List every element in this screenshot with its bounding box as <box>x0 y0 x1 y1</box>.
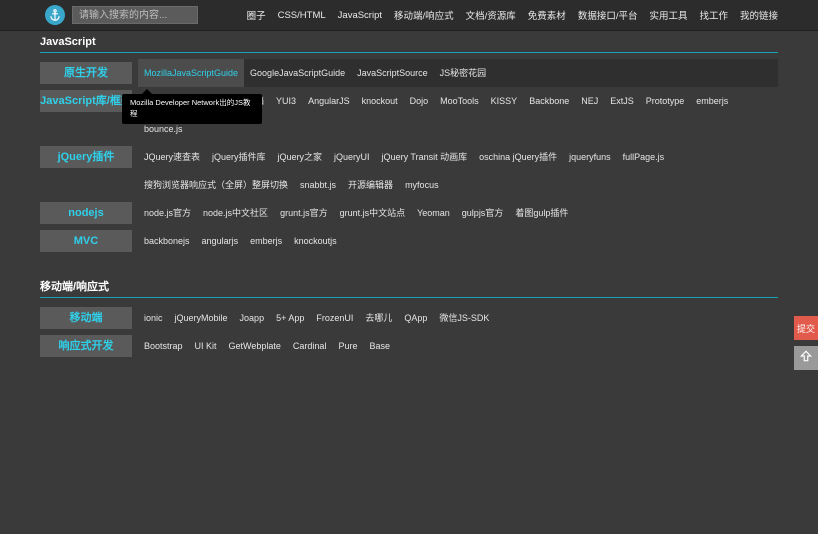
menu-item-css-html[interactable]: CSS/HTML <box>278 10 326 21</box>
menu-item-mobile[interactable]: 移动端/响应式 <box>394 8 454 22</box>
link-snabbtjs[interactable]: snabbt.js <box>294 171 342 199</box>
menu-item-javascript[interactable]: JavaScript <box>338 10 382 21</box>
links-nodejs: node.js官方 node.js中文社区 grunt.js官方 grunt.j… <box>138 199 778 227</box>
link-backbonejs[interactable]: backbonejs <box>138 227 196 255</box>
category-mvc: MVC <box>40 230 132 252</box>
link-jquery-plugin-lib[interactable]: jQuery插件库 <box>206 143 272 171</box>
menu-item-docs[interactable]: 文档/资源库 <box>466 8 516 22</box>
section-divider <box>40 297 778 298</box>
link-prototype[interactable]: Prototype <box>640 87 691 115</box>
row-responsive: 响应式开发 Bootstrap UI Kit GetWebplate Cardi… <box>40 332 778 360</box>
link-wechat-jssdk[interactable]: 微信JS-SDK <box>433 304 495 332</box>
link-mootools[interactable]: MooTools <box>434 87 485 115</box>
section-divider <box>40 52 778 53</box>
link-js-garden[interactable]: JS秘密花园 <box>434 59 493 87</box>
top-nav: 圈子 CSS/HTML JavaScript 移动端/响应式 文档/资源库 免费… <box>0 0 818 31</box>
links-native: MozillaJavaScriptGuide GoogleJavaScriptG… <box>138 59 778 87</box>
link-dojo[interactable]: Dojo <box>404 87 435 115</box>
link-gulp-official[interactable]: gulpjs官方 <box>456 199 510 227</box>
link-extjs[interactable]: ExtJS <box>604 87 640 115</box>
category-native: 原生开发 <box>40 62 132 84</box>
link-qunar[interactable]: 去哪儿 <box>359 304 398 332</box>
menu-item-my-links[interactable]: 我的链接 <box>740 8 778 22</box>
link-fullpagejs[interactable]: fullPage.js <box>617 143 671 171</box>
menu-item-data-api[interactable]: 数据接口/平台 <box>578 8 638 22</box>
category-nodejs: nodejs <box>40 202 132 224</box>
link-5plus-app[interactable]: 5+ App <box>270 304 310 332</box>
section-title-javascript: JavaScript <box>40 36 96 48</box>
link-nej[interactable]: NEJ <box>575 87 604 115</box>
menu-item-tools[interactable]: 实用工具 <box>649 8 687 22</box>
link-bootstrap[interactable]: Bootstrap <box>138 332 189 360</box>
link-sogou-fullscreen[interactable]: 搜狗浏览器响应式（全屏）整屏切换 <box>138 171 294 199</box>
link-node-official[interactable]: node.js官方 <box>138 199 197 227</box>
link-mozilla-guide[interactable]: MozillaJavaScriptGuide <box>138 59 245 87</box>
back-to-top-button[interactable] <box>794 346 818 370</box>
link-jqueryfuns[interactable]: jqueryfuns <box>563 143 617 171</box>
menu-item-jobs[interactable]: 找工作 <box>699 8 728 22</box>
link-base[interactable]: Base <box>363 332 396 360</box>
links-jquery-plugins: JQuery速查表 jQuery插件库 jQuery之家 jQueryUI jQ… <box>138 143 778 199</box>
link-yui3[interactable]: YUI3 <box>270 87 302 115</box>
link-emberjs[interactable]: emberjs <box>690 87 734 115</box>
link-js-source[interactable]: JavaScriptSource <box>351 59 434 87</box>
menu-item-free-assets[interactable]: 免费素材 <box>528 8 566 22</box>
tooltip: Mozilla Developer Network出的JS教程 <box>122 89 262 124</box>
arrow-up-icon <box>799 349 813 368</box>
link-getwebplate[interactable]: GetWebplate <box>223 332 287 360</box>
link-jquery-transit[interactable]: jQuery Transit 动画库 <box>376 143 474 171</box>
section-title-mobile: 移动端/响应式 <box>40 281 110 293</box>
link-oschina-plugins[interactable]: oschina jQuery插件 <box>473 143 563 171</box>
link-angularjs[interactable]: AngularJS <box>302 87 356 115</box>
link-qapp[interactable]: QApp <box>398 304 433 332</box>
row-mobile: 移动端 ionic jQueryMobile Joapp 5+ App Froz… <box>40 304 778 332</box>
links-mvc: backbonejs angularjs emberjs knockoutjs <box>138 227 778 255</box>
content: JavaScript 原生开发 MozillaJavaScriptGuide G… <box>40 30 778 360</box>
link-emberjs-mvc[interactable]: emberjs <box>244 227 288 255</box>
row-mvc: MVC backbonejs angularjs emberjs knockou… <box>40 227 778 255</box>
row-jquery-plugins: jQuery插件 JQuery速查表 jQuery插件库 jQuery之家 jQ… <box>40 143 778 199</box>
link-node-cn-community[interactable]: node.js中文社区 <box>197 199 274 227</box>
link-backbone[interactable]: Backbone <box>523 87 575 115</box>
menu-item-circle[interactable]: 圈子 <box>247 8 266 22</box>
link-cardinal[interactable]: Cardinal <box>287 332 333 360</box>
category-jquery-plugins: jQuery插件 <box>40 146 132 168</box>
row-native: 原生开发 MozillaJavaScriptGuide GoogleJavaSc… <box>40 59 778 87</box>
link-jquery-cheatsheet[interactable]: JQuery速查表 <box>138 143 206 171</box>
links-responsive: Bootstrap UI Kit GetWebplate Cardinal Pu… <box>138 332 778 360</box>
link-joapp[interactable]: Joapp <box>234 304 271 332</box>
top-menu: 圈子 CSS/HTML JavaScript 移动端/响应式 文档/资源库 免费… <box>247 0 778 30</box>
link-open-editor[interactable]: 开源编辑器 <box>342 171 399 199</box>
anchor-logo-icon[interactable] <box>45 5 65 25</box>
link-yeoman[interactable]: Yeoman <box>411 199 456 227</box>
link-frozenui[interactable]: FrozenUI <box>310 304 359 332</box>
link-kissy[interactable]: KISSY <box>485 87 524 115</box>
search-input[interactable] <box>72 6 198 24</box>
category-mobile: 移动端 <box>40 307 132 329</box>
category-libraries: JavaScript库/框架 <box>40 90 132 112</box>
link-angularjs-mvc[interactable]: angularjs <box>196 227 245 255</box>
link-grunt-official[interactable]: grunt.js官方 <box>274 199 334 227</box>
link-ionic[interactable]: ionic <box>138 304 169 332</box>
link-uikit[interactable]: UI Kit <box>189 332 223 360</box>
link-google-guide[interactable]: GoogleJavaScriptGuide <box>244 59 351 87</box>
link-grunt-cn[interactable]: grunt.js中文站点 <box>334 199 412 227</box>
link-gulp-plugins[interactable]: 着图gulp插件 <box>509 199 574 227</box>
submit-button[interactable]: 提交 <box>794 316 818 340</box>
link-jqueryui[interactable]: jQueryUI <box>328 143 376 171</box>
category-responsive: 响应式开发 <box>40 335 132 357</box>
link-knockoutjs[interactable]: knockoutjs <box>288 227 343 255</box>
row-nodejs: nodejs node.js官方 node.js中文社区 grunt.js官方 … <box>40 199 778 227</box>
link-jquery-home[interactable]: jQuery之家 <box>272 143 329 171</box>
links-mobile: ionic jQueryMobile Joapp 5+ App FrozenUI… <box>138 304 778 332</box>
link-knockout[interactable]: knockout <box>356 87 404 115</box>
link-pure[interactable]: Pure <box>332 332 363 360</box>
link-myfocus[interactable]: myfocus <box>399 171 445 199</box>
link-jquerymobile[interactable]: jQueryMobile <box>169 304 234 332</box>
